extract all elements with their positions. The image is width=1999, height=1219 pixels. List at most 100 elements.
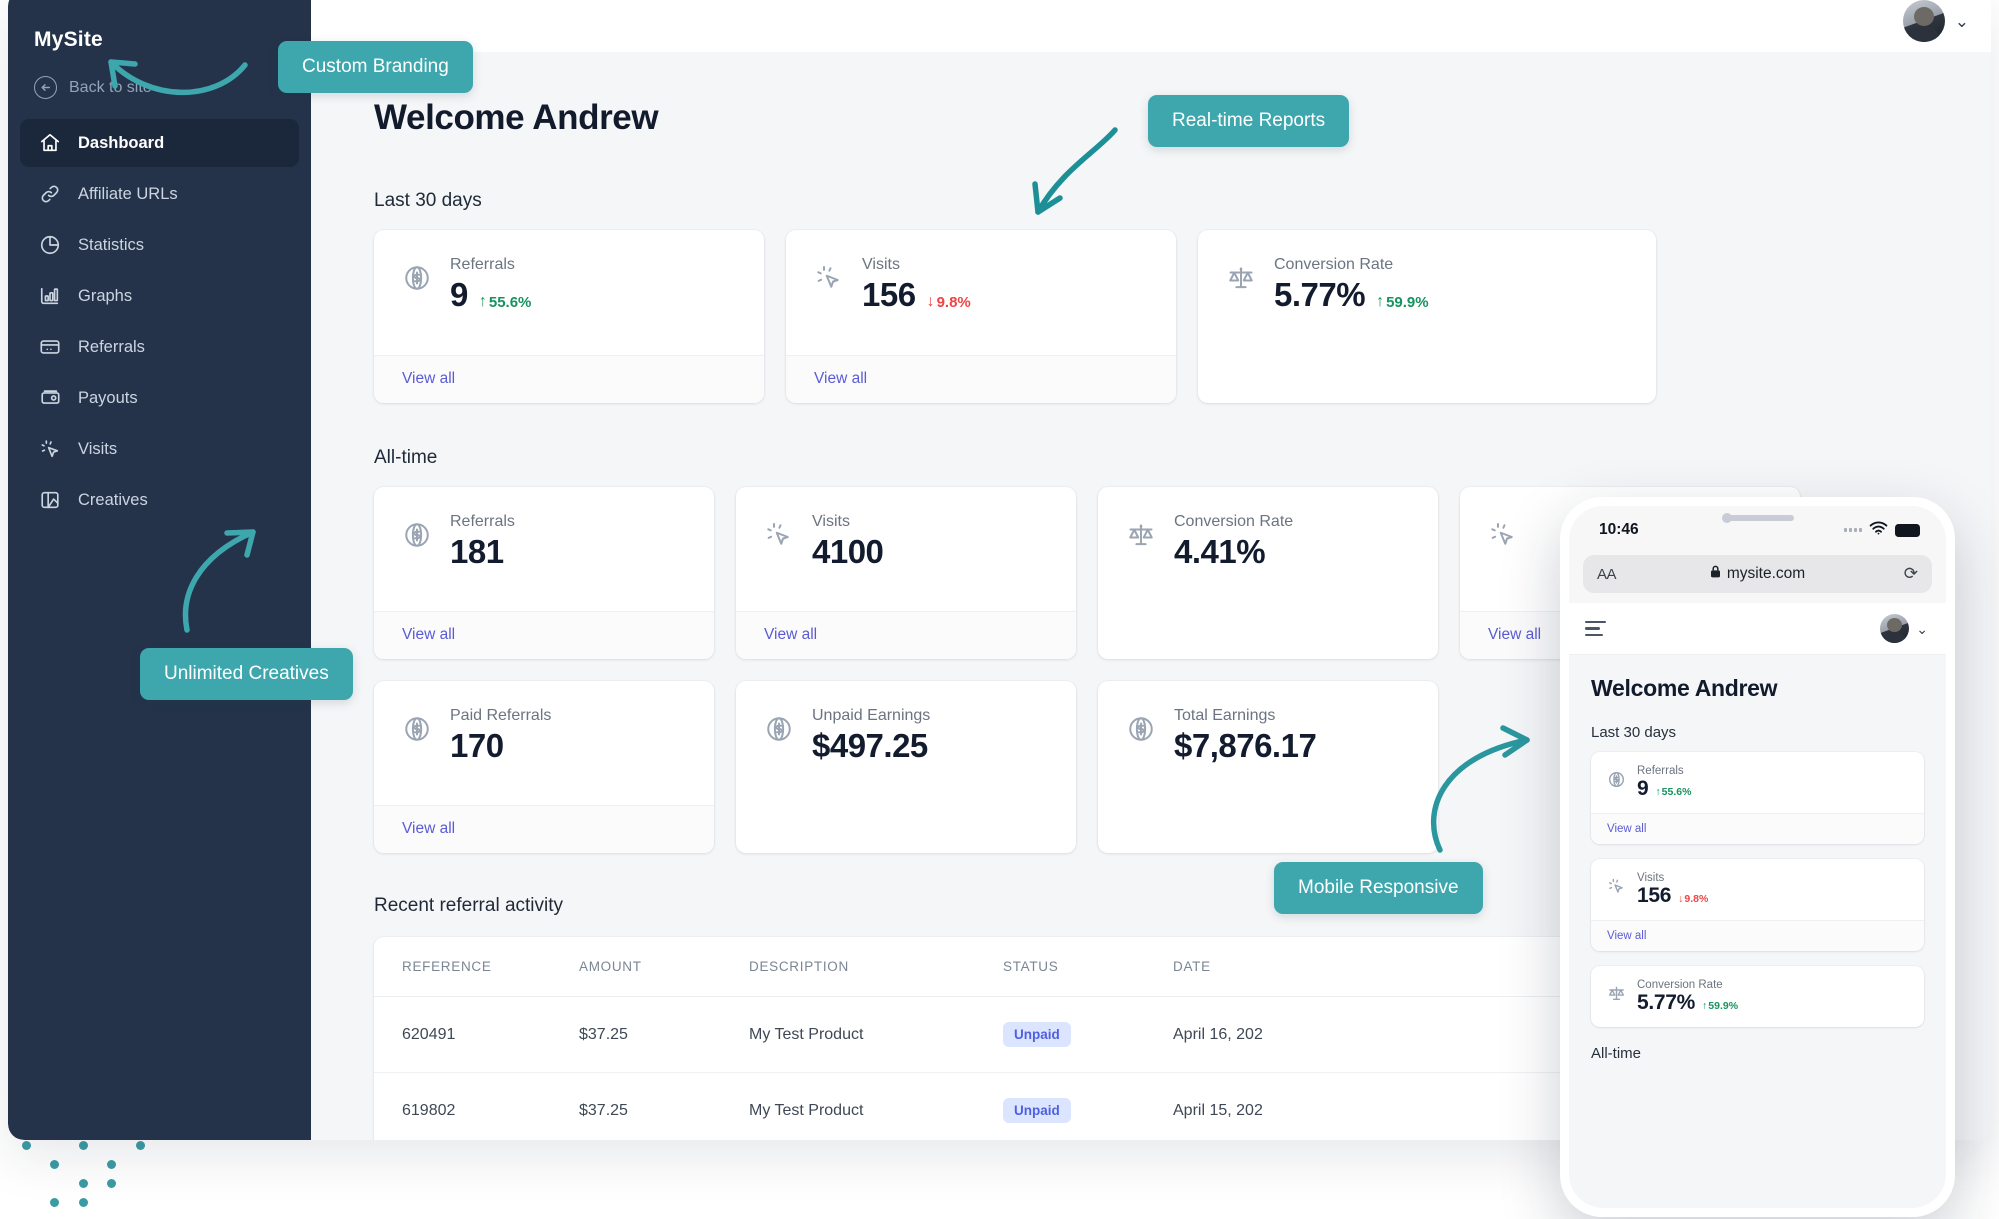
stat-card-visits-30d: Visits 156 ↓9.8% View all [786, 230, 1176, 403]
sidebar-item-label: Statistics [78, 236, 144, 255]
scales-icon [1126, 520, 1156, 550]
hamburger-menu-icon[interactable] [1585, 617, 1606, 640]
view-all-link[interactable]: View all [736, 611, 1076, 659]
arrow-down-icon: ↓ [927, 293, 935, 311]
view-all-link[interactable]: View all [1591, 813, 1924, 844]
stat-delta: ↑55.6% [1655, 786, 1691, 798]
stat-card-conversion-rate-alltime: Conversion Rate 4.41% [1098, 487, 1438, 659]
stat-label: Referrals [450, 256, 531, 274]
chevron-down-icon[interactable]: ⌄ [1916, 622, 1928, 636]
sidebar-item-visits[interactable]: Visits [20, 425, 299, 473]
phone-url-bar[interactable]: AA mysite.com ⟳ [1583, 555, 1932, 593]
click-cursor-icon [38, 438, 61, 461]
stat-card-paid-referrals: Paid Referrals 170 View all [374, 681, 714, 853]
stat-value: 181 [450, 534, 504, 571]
avatar[interactable] [1903, 0, 1945, 42]
stat-label: Unpaid Earnings [812, 707, 930, 725]
stat-label: Referrals [450, 513, 515, 531]
cell-description: My Test Product [749, 1073, 1003, 1141]
view-all-link[interactable]: View all [1591, 920, 1924, 951]
sidebar-nav: Dashboard Affiliate URLs Statistics [8, 119, 311, 524]
sidebar-item-graphs[interactable]: Graphs [20, 272, 299, 320]
cash-icon [38, 387, 61, 410]
image-icon [38, 489, 61, 512]
stat-label: Conversion Rate [1637, 979, 1738, 991]
phone-notch [1722, 515, 1794, 521]
phone-clock: 10:46 [1599, 521, 1639, 539]
sidebar-item-label: Creatives [78, 491, 148, 510]
view-all-link[interactable]: View all [374, 611, 714, 659]
sidebar-item-label: Referrals [78, 338, 145, 357]
sidebar-item-statistics[interactable]: Statistics [20, 221, 299, 269]
stat-label: Visits [1637, 872, 1708, 884]
stat-card-total-earnings: Total Earnings $7,876.17 [1098, 681, 1438, 853]
click-cursor-icon [1607, 877, 1626, 896]
phone-status-indicators [1844, 521, 1920, 540]
sidebar-item-referrals[interactable]: Referrals [20, 323, 299, 371]
cell-reference: 620491 [374, 997, 579, 1073]
lock-icon [1710, 565, 1721, 583]
brand-name: MySite [8, 10, 311, 58]
stat-delta: ↑59.9% [1702, 1000, 1738, 1012]
sidebar-item-label: Payouts [78, 389, 138, 408]
sidebar-item-affiliate-urls[interactable]: Affiliate URLs [20, 170, 299, 218]
phone-browser-chrome: AA mysite.com ⟳ [1569, 552, 1946, 603]
phone-account-menu[interactable]: ⌄ [1880, 614, 1928, 643]
stat-delta: ↑55.6% [479, 293, 532, 311]
arrow-up-icon: ↑ [1655, 786, 1660, 798]
click-cursor-icon [814, 263, 844, 293]
last-30-days-card-row: Referrals 9 ↑55.6% View all [374, 230, 1991, 403]
stat-card-conversion-rate-30d: Conversion Rate 5.77% ↑59.9% [1198, 230, 1656, 403]
stat-card-visits-alltime: Visits 4100 View all [736, 487, 1076, 659]
view-all-link[interactable]: View all [374, 355, 764, 403]
back-to-site-label: Back to site [69, 79, 152, 97]
cell-reference: 619802 [374, 1073, 579, 1141]
sidebar-item-creatives[interactable]: Creatives [20, 476, 299, 524]
section-label-all-time: All-time [374, 447, 1991, 469]
arrow-up-icon: ↑ [479, 293, 487, 311]
stat-value: 4.41% [1174, 534, 1265, 571]
cell-amount: $37.25 [579, 997, 749, 1073]
dollar-coin-icon [1126, 714, 1156, 744]
sidebar-item-label: Affiliate URLs [78, 185, 178, 204]
phone-url-text: mysite.com [1727, 565, 1805, 583]
cell-status: Unpaid [1003, 1073, 1173, 1141]
callout-mobile-responsive: Mobile Responsive [1274, 862, 1483, 914]
column-header-status: STATUS [1003, 937, 1173, 997]
stat-value: $7,876.17 [1174, 728, 1316, 765]
sidebar-item-payouts[interactable]: Payouts [20, 374, 299, 422]
status-badge: Unpaid [1003, 1022, 1071, 1047]
cell-status: Unpaid [1003, 997, 1173, 1073]
stat-delta: ↓9.8% [1678, 893, 1708, 905]
phone-stat-card-referrals: Referrals 9 ↑55.6% View all [1591, 752, 1924, 844]
view-all-link[interactable]: View all [374, 805, 714, 853]
chevron-down-icon[interactable]: ⌄ [1955, 13, 1969, 30]
stat-value: 4100 [812, 534, 883, 571]
arrow-up-icon: ↑ [1702, 1000, 1707, 1012]
battery-icon [1895, 524, 1920, 537]
cell-description: My Test Product [749, 997, 1003, 1073]
back-arrow-icon [34, 76, 57, 99]
avatar[interactable] [1880, 614, 1909, 643]
stat-delta: ↓9.8% [927, 293, 971, 311]
back-to-site-link[interactable]: Back to site [8, 58, 311, 119]
stat-delta: ↑59.9% [1376, 293, 1429, 311]
cell-amount: $37.25 [579, 1073, 749, 1141]
sidebar-item-dashboard[interactable]: Dashboard [20, 119, 299, 167]
dollar-coin-icon [1607, 770, 1626, 789]
stat-label: Paid Referrals [450, 707, 551, 725]
mobile-phone-mockup: 10:46 AA mysite.co [1560, 497, 1955, 1217]
section-label-last-30-days: Last 30 days [374, 190, 1991, 212]
phone-screen: 10:46 AA mysite.co [1569, 506, 1946, 1208]
sidebar-item-label: Graphs [78, 287, 132, 306]
phone-app-bar: ⌄ [1569, 603, 1946, 655]
stat-label: Conversion Rate [1274, 256, 1429, 274]
dollar-coin-icon [402, 520, 432, 550]
stat-value: $497.25 [812, 728, 928, 765]
view-all-link[interactable]: View all [786, 355, 1176, 403]
scales-icon [1607, 984, 1626, 1003]
signal-icon [1844, 528, 1862, 532]
dollar-coin-icon [402, 263, 432, 293]
stat-value: 156 [1637, 884, 1671, 908]
sidebar-item-label: Dashboard [78, 134, 164, 153]
